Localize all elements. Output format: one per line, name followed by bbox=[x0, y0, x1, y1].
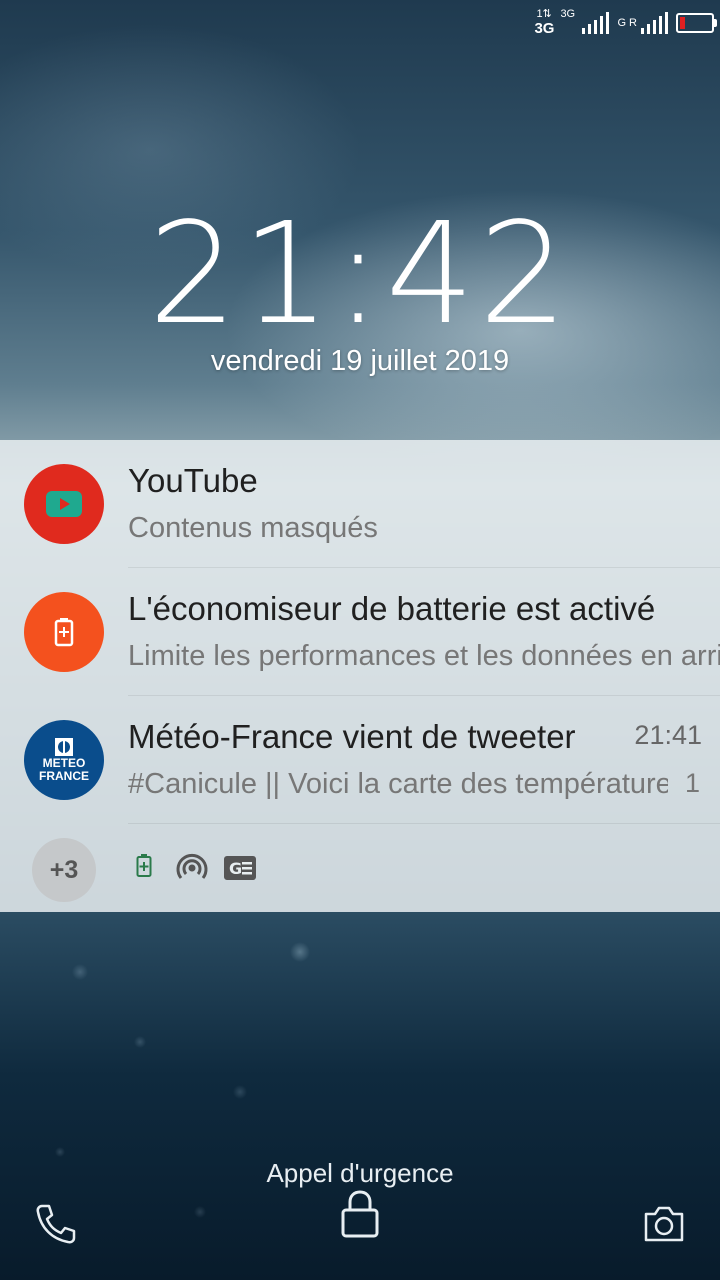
lockscreen-clock: 21:42 bbox=[148, 193, 572, 356]
notification-youtube[interactable]: YouTube Contenus masqués bbox=[0, 440, 720, 568]
notification-text: Contenus masqués bbox=[128, 512, 378, 544]
battery-icon bbox=[676, 13, 717, 33]
notification-title: L'économiseur de batterie est activé bbox=[128, 590, 656, 627]
sim1-network-indicator: 1⇅ 3G 3G bbox=[534, 7, 576, 39]
camera-icon[interactable] bbox=[642, 1204, 686, 1244]
status-bar: 1⇅ 3G 3G G R bbox=[534, 6, 717, 40]
sim2-roaming-label: G R bbox=[617, 16, 637, 29]
sim1-network-top: 3G bbox=[560, 8, 576, 20]
phone-icon[interactable] bbox=[32, 1200, 80, 1248]
hotspot-icon bbox=[176, 853, 208, 879]
notification-time: 21:41 bbox=[634, 720, 702, 750]
battery-plus-icon bbox=[24, 592, 104, 672]
sim1-network-type: 3G bbox=[534, 20, 555, 37]
more-notifications-badge[interactable]: +3 bbox=[32, 838, 96, 902]
notification-text: #Canicule || Voici la carte des températ… bbox=[128, 768, 668, 800]
notification-summary-row[interactable]: +3 G bbox=[0, 824, 720, 912]
lockscreen-date: vendredi 19 juillet 2019 bbox=[210, 345, 510, 377]
notification-battery-saver[interactable]: L'économiseur de batterie est activé Lim… bbox=[0, 568, 720, 696]
battery-level bbox=[680, 17, 685, 29]
svg-text:G: G bbox=[229, 859, 242, 878]
notification-title: YouTube bbox=[128, 462, 258, 499]
notification-twitter[interactable]: METEO FRANCE Météo-France vient de tweet… bbox=[0, 696, 720, 824]
notification-panel: YouTube Contenus masqués L'économiseur d… bbox=[0, 440, 720, 912]
notification-text: Limite les performances et les données e… bbox=[128, 640, 720, 672]
notification-title: Météo-France vient de tweeter bbox=[128, 718, 576, 755]
meteo-france-logo-icon bbox=[55, 738, 73, 756]
battery-plus-icon bbox=[136, 854, 152, 877]
emergency-call-button[interactable]: Appel d'urgence bbox=[0, 1158, 720, 1189]
youtube-icon bbox=[24, 464, 104, 544]
sim1-data-arrows: 1⇅ bbox=[536, 8, 552, 20]
meteo-france-avatar: METEO FRANCE bbox=[24, 720, 104, 800]
notification-count: 1 bbox=[684, 768, 700, 798]
sim1-signal-icon bbox=[582, 12, 610, 34]
sim2-signal-icon bbox=[641, 12, 668, 34]
avatar-text-france: FRANCE bbox=[39, 769, 89, 783]
lock-icon[interactable] bbox=[338, 1188, 382, 1240]
g-sim-icon: G bbox=[224, 856, 256, 880]
